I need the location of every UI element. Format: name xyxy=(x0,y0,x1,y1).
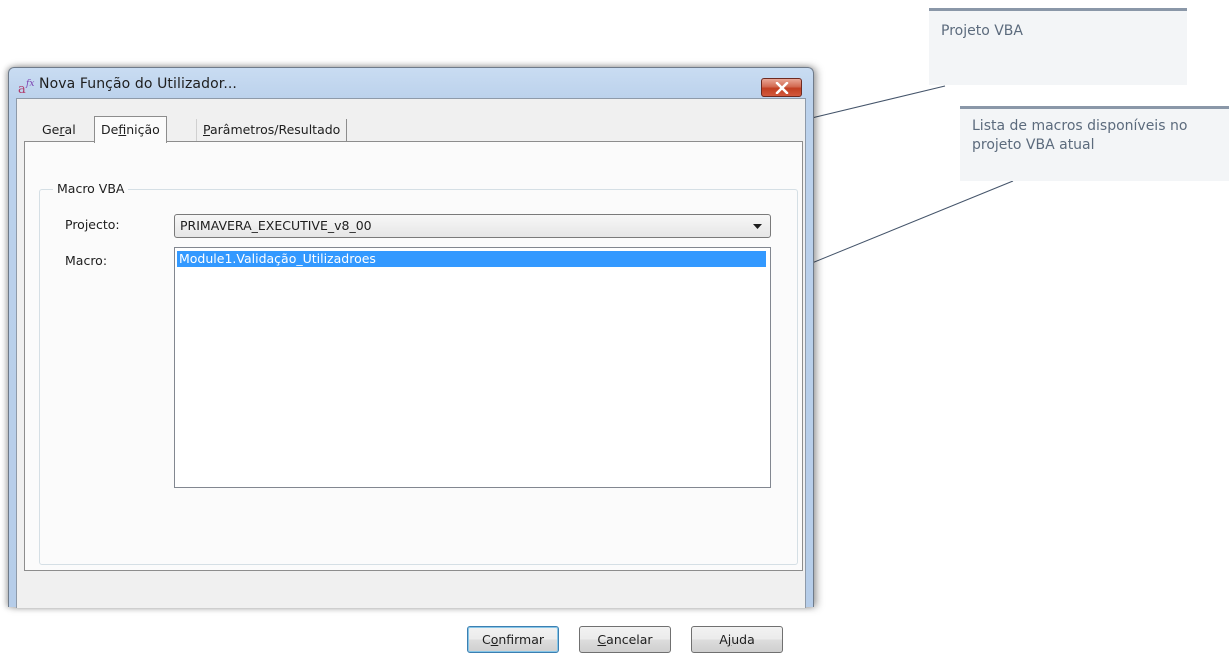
macro-listbox[interactable]: Module1.Validação_Utilizadroes xyxy=(174,247,771,488)
close-icon xyxy=(775,82,789,94)
cancel-button[interactable]: Cancelar xyxy=(579,626,671,653)
confirm-button-label: C xyxy=(481,632,491,647)
tab-geral-label: Ge xyxy=(42,122,60,137)
svg-text:a: a xyxy=(18,82,26,95)
help-button-label: A xyxy=(719,632,728,647)
tab-geral[interactable]: Geral xyxy=(36,119,82,141)
tab-definicao-label-rest: inição xyxy=(126,122,160,137)
confirm-button-label-rest: nfirmar xyxy=(498,632,545,647)
tab-definicao[interactable]: Definição xyxy=(94,116,167,143)
chevron-down-icon xyxy=(753,224,762,229)
callout-macro-list: Lista de macros disponíveis no projeto V… xyxy=(960,106,1229,181)
callout-project-vba-text: Projeto VBA xyxy=(941,23,1023,39)
tab-parametros-resultado[interactable]: Parâmetros/Resultado xyxy=(196,119,348,141)
macro-list-item[interactable]: Module1.Validação_Utilizadroes xyxy=(177,251,766,267)
confirm-button-accesskey: o xyxy=(490,632,499,647)
tab-parametros-label-rest: arâmetros/Resultado xyxy=(209,122,341,137)
cancel-button-label-rest: ancelar xyxy=(606,632,653,647)
svg-text:fx: fx xyxy=(25,79,34,89)
tab-geral-label-rest: al xyxy=(64,122,76,137)
project-dropdown[interactable]: PRIMAVERA_EXECUTIVE_v8_00 xyxy=(174,214,771,238)
project-dropdown-value: PRIMAVERA_EXECUTIVE_v8_00 xyxy=(180,218,372,233)
groupbox-title: Macro VBA xyxy=(53,181,129,196)
callout-project-vba: Projeto VBA xyxy=(929,8,1187,85)
macro-label: Macro: xyxy=(65,253,108,268)
confirm-button[interactable]: Confirmar xyxy=(467,626,559,653)
tab-definicao-label: De xyxy=(101,122,119,137)
help-button[interactable]: Ajuda xyxy=(691,626,783,653)
callout-macro-list-text: Lista de macros disponíveis no projeto V… xyxy=(972,118,1188,153)
dialog-client-area: Geral Definição Parâmetros/Resultado Mac… xyxy=(16,98,806,653)
dialog-window: a fx Nova Função do Utilizador... Geral … xyxy=(8,67,814,653)
project-label: Projecto: xyxy=(65,217,120,232)
title-bar[interactable]: a fx Nova Função do Utilizador... xyxy=(9,68,813,98)
close-button[interactable] xyxy=(761,78,802,97)
user-function-icon: a fx xyxy=(18,77,36,97)
help-button-label-rest: uda xyxy=(731,632,755,647)
window-title: Nova Função do Utilizador... xyxy=(39,76,237,92)
tab-parametros-accesskey: P xyxy=(203,122,210,137)
cancel-button-accesskey: C xyxy=(597,632,607,647)
